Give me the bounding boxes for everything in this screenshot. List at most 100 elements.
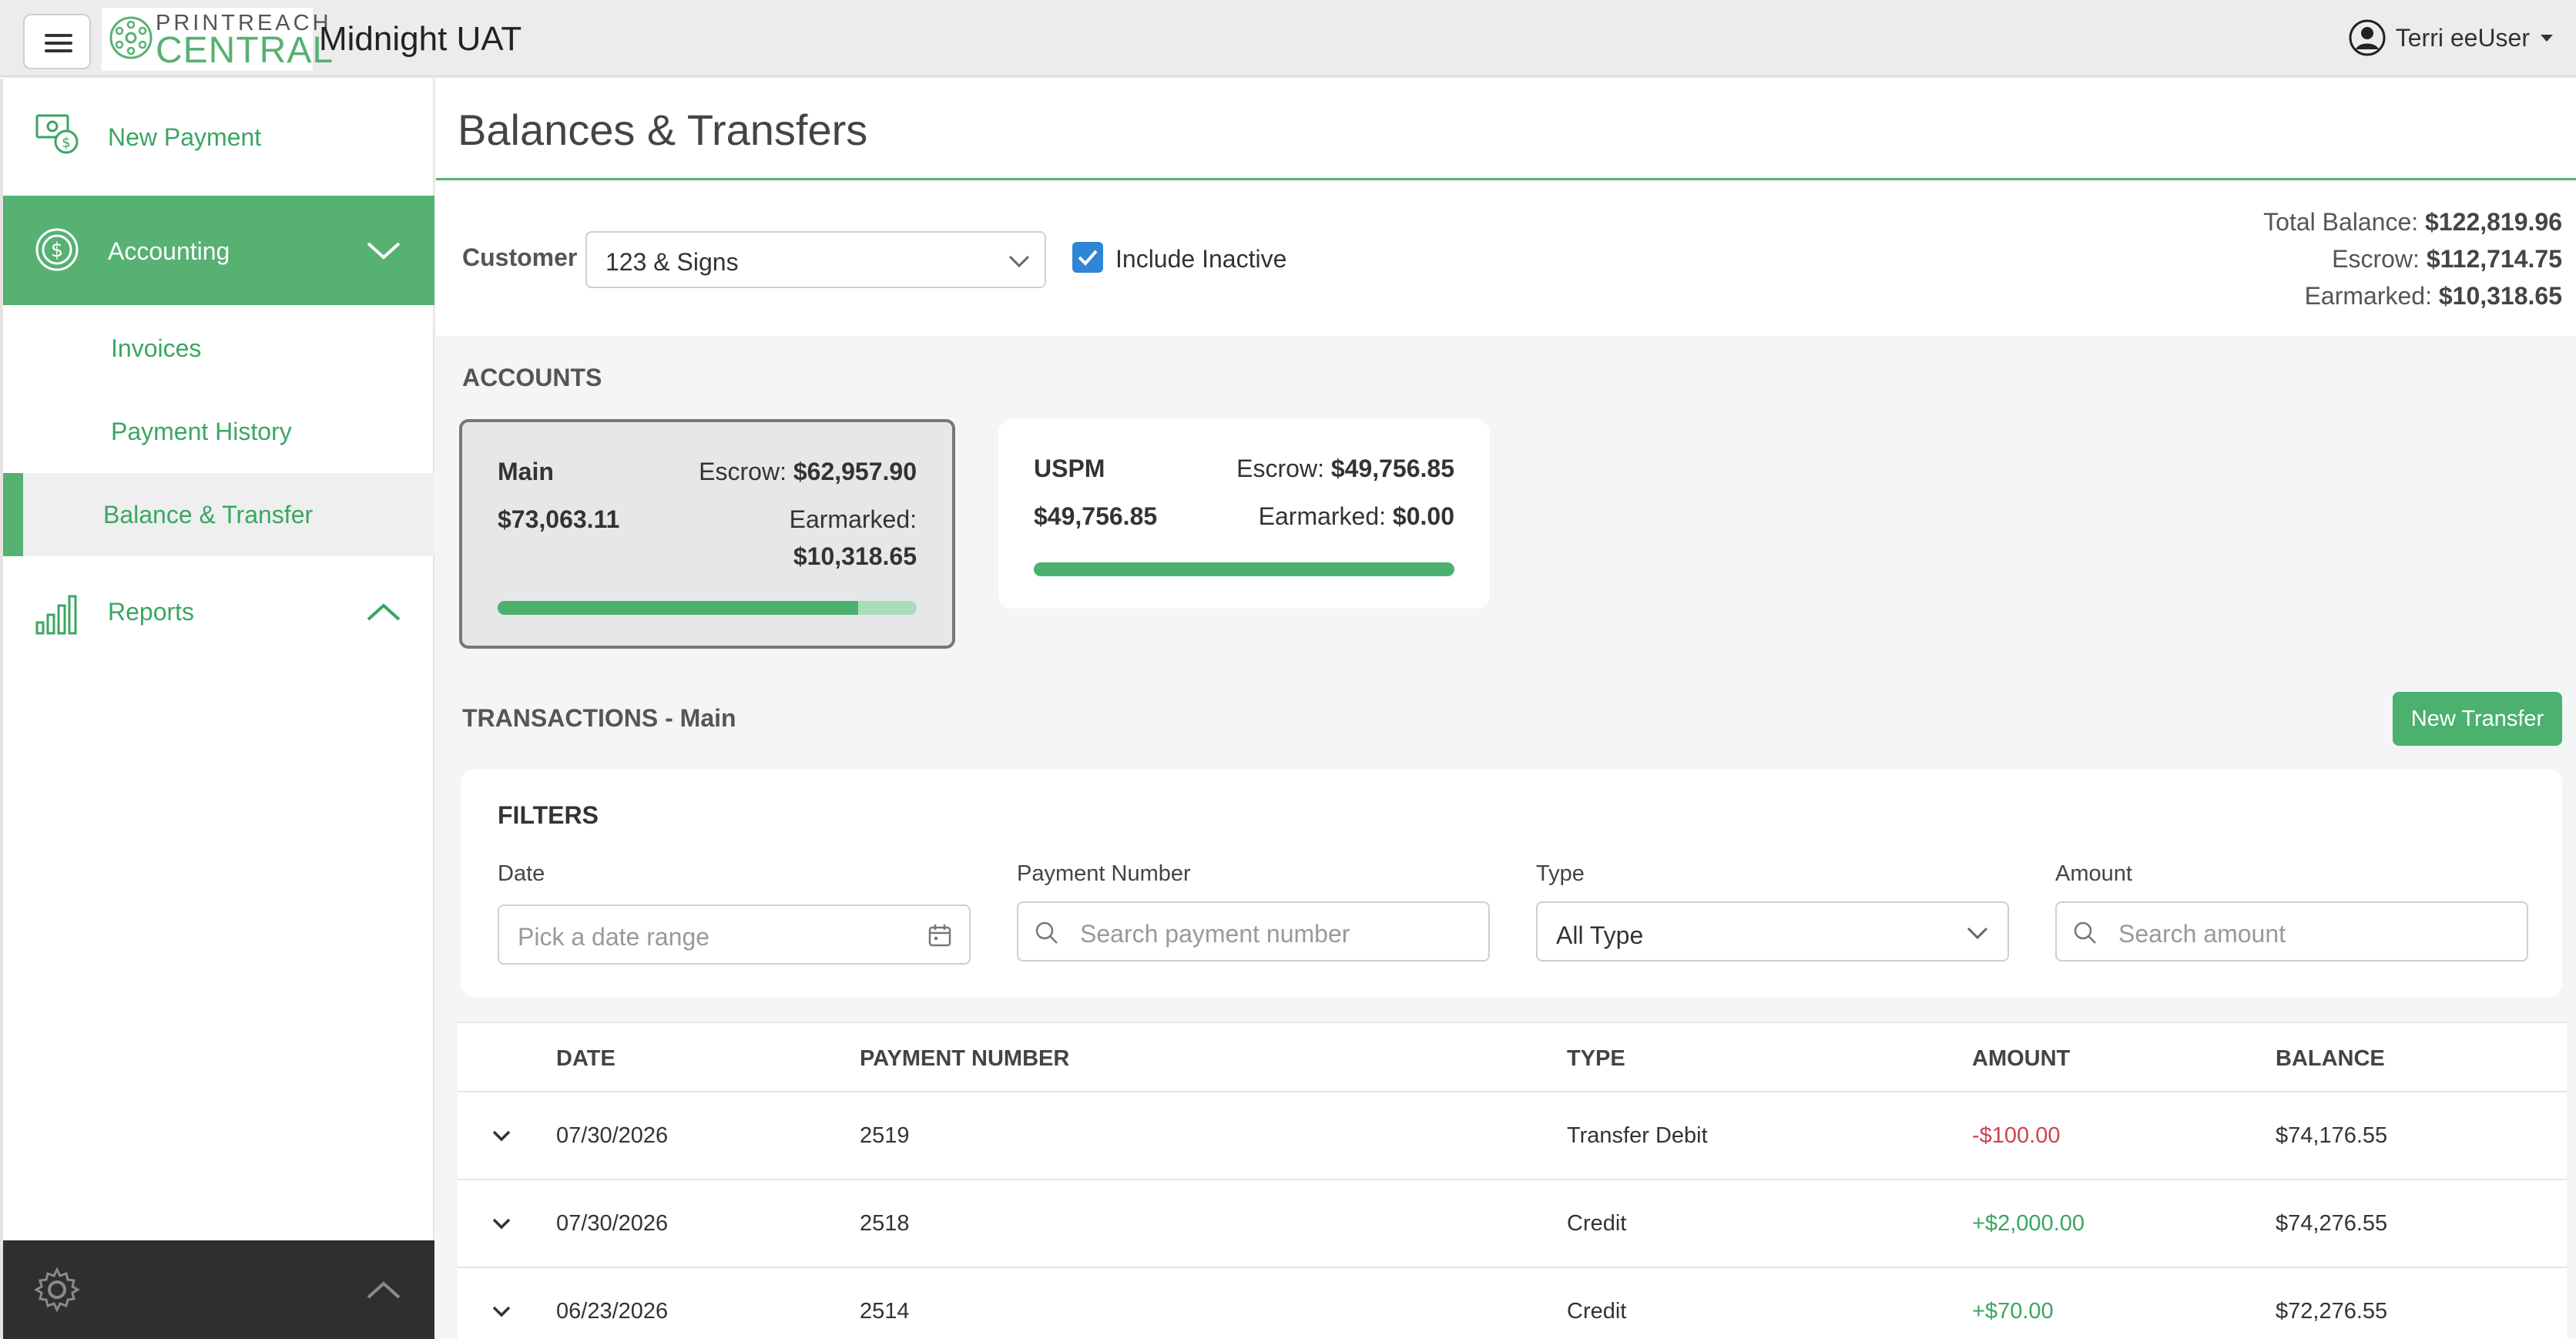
table-header: DATE PAYMENT NUMBER TYPE AMOUNT BALANCE xyxy=(458,1022,2567,1092)
account-escrow: Escrow: $62,957.90 xyxy=(699,458,917,486)
cell-date: 07/30/2026 xyxy=(556,1211,669,1236)
totals-summary: Total Balance: $122,819.96 Escrow: $112,… xyxy=(2263,203,2562,314)
column-header-payment-number[interactable]: PAYMENT NUMBER xyxy=(860,1046,1069,1072)
cell-type: Credit xyxy=(1567,1211,1627,1236)
gear-icon[interactable] xyxy=(34,1267,80,1313)
page-header: Balances & Transfers xyxy=(436,79,2576,180)
include-inactive-checkbox[interactable] xyxy=(1072,242,1103,273)
sidebar: $ New Payment $ Accounting Invoices Paym… xyxy=(0,79,434,1339)
column-header-balance[interactable]: BALANCE xyxy=(2276,1046,2385,1072)
account-escrow-value: $62,957.90 xyxy=(793,458,917,485)
chevron-down-icon[interactable] xyxy=(365,239,402,262)
customer-select-value: 123 & Signs xyxy=(605,248,739,276)
account-earmarked-value: $10,318.65 xyxy=(793,542,917,570)
account-escrow-label: Escrow: xyxy=(699,458,787,485)
table-row[interactable]: 07/30/2026 2519 Transfer Debit -$100.00 … xyxy=(458,1092,2567,1180)
type-select[interactable]: All Type xyxy=(1536,901,2009,961)
cell-amount: -$100.00 xyxy=(1972,1123,2061,1148)
sidebar-item-payment-history[interactable]: Payment History xyxy=(3,390,434,473)
sidebar-label-accounting: Accounting xyxy=(108,237,230,265)
type-select-value: All Type xyxy=(1556,921,1644,949)
filters-title: FILTERS xyxy=(498,801,599,829)
date-range-placeholder: Pick a date range xyxy=(518,923,710,951)
table-row[interactable]: 06/23/2026 2514 Credit +$70.00 $72,276.5… xyxy=(458,1268,2567,1339)
cell-amount: +$70.00 xyxy=(1972,1299,2054,1324)
customer-select[interactable]: 123 & Signs xyxy=(585,231,1046,288)
menu-icon-line xyxy=(45,49,72,52)
page-title: Balances & Transfers xyxy=(458,106,868,154)
cash-icon: $ xyxy=(35,114,79,154)
sidebar-item-new-payment[interactable]: $ New Payment xyxy=(3,79,434,186)
bar-chart-icon xyxy=(35,595,77,635)
svg-text:$: $ xyxy=(62,135,70,151)
account-earmarked-label: Earmarked: xyxy=(789,505,917,533)
expand-row-icon[interactable] xyxy=(491,1217,512,1230)
svg-text:$: $ xyxy=(51,239,64,262)
sidebar-item-invoices[interactable]: Invoices xyxy=(3,307,434,390)
customer-panel: Customer 123 & Signs Include Inactive To… xyxy=(436,182,2576,336)
total-escrow-label: Escrow: xyxy=(2332,245,2420,273)
include-inactive-label[interactable]: Include Inactive xyxy=(1115,245,1286,274)
dollar-circle-icon: $ xyxy=(35,228,79,271)
calendar-icon xyxy=(928,925,951,947)
column-header-date[interactable]: DATE xyxy=(556,1046,615,1072)
cell-payment-number: 2514 xyxy=(860,1299,910,1324)
sidebar-label-reports: Reports xyxy=(108,598,195,626)
total-earmarked-label: Earmarked: xyxy=(2304,282,2432,310)
sidebar-label-invoices: Invoices xyxy=(111,334,202,362)
cell-date: 06/23/2026 xyxy=(556,1299,669,1324)
top-bar: PRINTREACH CENTRAL Midnight UAT Terri ee… xyxy=(0,0,2576,77)
total-escrow-value: $112,714.75 xyxy=(2426,245,2562,273)
check-icon xyxy=(1078,250,1098,266)
account-name: USPM xyxy=(1034,455,1105,482)
transactions-heading: TRANSACTIONS - Main xyxy=(462,704,736,732)
chevron-up-icon[interactable] xyxy=(365,601,402,624)
column-header-amount[interactable]: AMOUNT xyxy=(1972,1046,2070,1072)
sidebar-item-reports[interactable]: Reports xyxy=(3,572,434,664)
menu-icon-line xyxy=(45,42,72,45)
printreach-logo[interactable]: PRINTREACH CENTRAL xyxy=(102,8,333,71)
transactions-table: DATE PAYMENT NUMBER TYPE AMOUNT BALANCE … xyxy=(458,1022,2567,1339)
amount-search-input[interactable]: Search amount xyxy=(2055,901,2528,961)
account-earmarked-value: $0.00 xyxy=(1392,502,1454,530)
search-icon xyxy=(1035,921,1058,944)
caret-down-icon xyxy=(2541,34,2553,42)
user-name: Terri eeUser xyxy=(2395,23,2530,52)
expand-row-icon[interactable] xyxy=(491,1305,512,1317)
type-filter-label: Type xyxy=(1536,861,1585,886)
user-menu[interactable]: Terri eeUser xyxy=(2348,18,2553,57)
sidebar-label-new-payment: New Payment xyxy=(108,123,262,151)
table-row[interactable]: 07/30/2026 2518 Credit +$2,000.00 $74,27… xyxy=(458,1180,2567,1268)
customer-label: Customer xyxy=(462,243,578,271)
account-earmarked: Earmarked: $0.00 xyxy=(1259,502,1454,531)
amount-placeholder: Search amount xyxy=(2118,920,2286,948)
account-card-main[interactable]: Main Escrow: $62,957.90 $73,063.11 Earma… xyxy=(459,419,955,649)
sidebar-footer xyxy=(3,1240,434,1339)
new-transfer-button[interactable]: New Transfer xyxy=(2393,692,2562,746)
account-name: Main xyxy=(498,458,554,485)
menu-button[interactable] xyxy=(23,14,91,69)
cell-type: Transfer Debit xyxy=(1567,1123,1708,1148)
sidebar-item-balance-transfer[interactable]: Balance & Transfer xyxy=(3,473,434,556)
user-circle-icon xyxy=(2349,19,2386,56)
column-header-type[interactable]: TYPE xyxy=(1567,1046,1625,1072)
sidebar-label-balance-transfer: Balance & Transfer xyxy=(103,501,314,529)
sidebar-label-payment-history: Payment History xyxy=(111,418,292,445)
escrow-progress-fill xyxy=(498,601,858,615)
collapse-chevron-up-icon[interactable] xyxy=(365,1279,402,1302)
date-filter-label: Date xyxy=(498,861,545,886)
expand-row-icon[interactable] xyxy=(491,1129,512,1142)
search-icon xyxy=(2074,921,2096,944)
cell-balance: $74,176.55 xyxy=(2276,1123,2388,1148)
date-range-input[interactable]: Pick a date range xyxy=(498,904,971,965)
sidebar-item-accounting[interactable]: $ Accounting xyxy=(3,196,434,305)
account-escrow: Escrow: $49,756.85 xyxy=(1236,455,1454,483)
cell-balance: $74,276.55 xyxy=(2276,1211,2388,1236)
payment-number-search-input[interactable]: Search payment number xyxy=(1017,901,1490,961)
payment-number-placeholder: Search payment number xyxy=(1080,920,1350,948)
cell-balance: $72,276.55 xyxy=(2276,1299,2388,1324)
cell-date: 07/30/2026 xyxy=(556,1123,669,1148)
account-card-uspm[interactable]: USPM Escrow: $49,756.85 $49,756.85 Earma… xyxy=(998,419,1490,609)
logo-mark-icon xyxy=(109,16,153,59)
total-balance-label: Total Balance: xyxy=(2263,208,2419,236)
